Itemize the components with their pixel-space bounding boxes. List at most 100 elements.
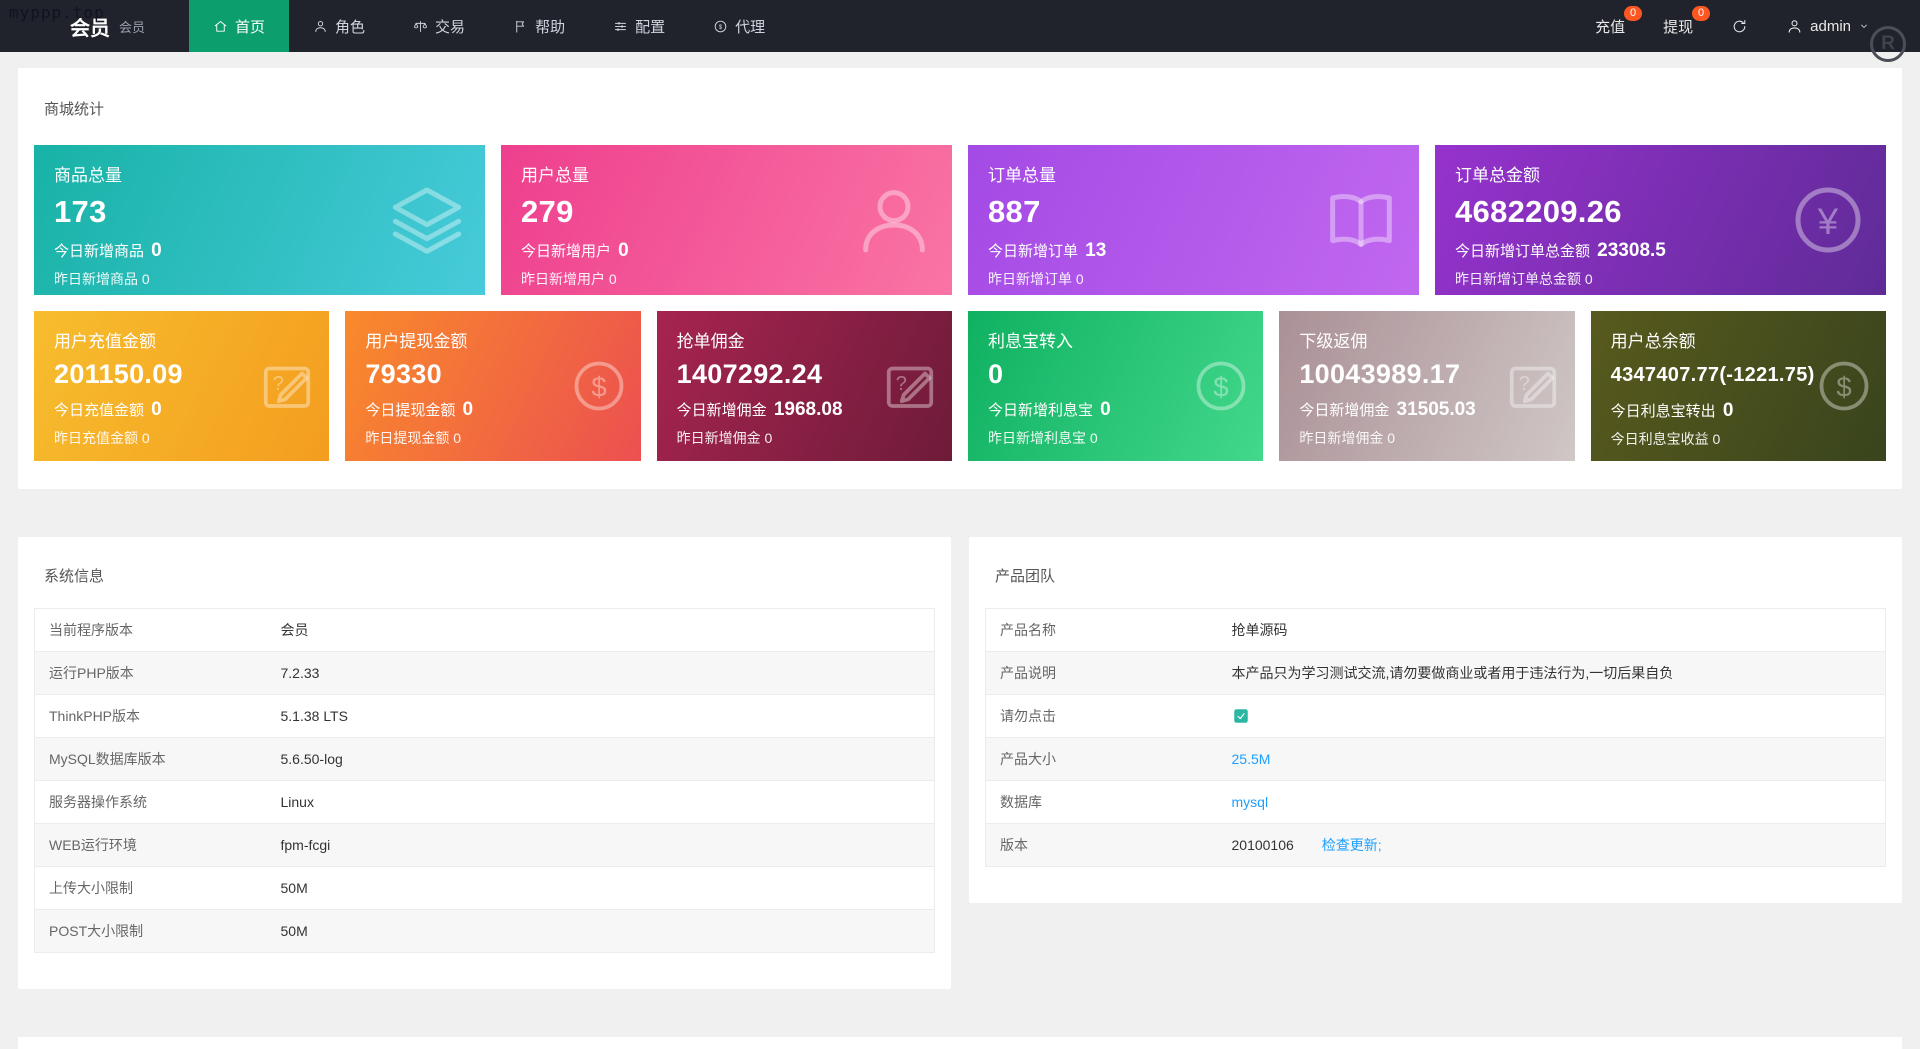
- nav-item-角色[interactable]: 角色: [289, 0, 389, 52]
- info-row: 产品大小 25.5M: [985, 737, 1886, 781]
- product-team-title: 产品团队: [995, 568, 1056, 585]
- home-icon: [213, 19, 228, 34]
- stats-panel-title: 商城统计: [44, 101, 105, 118]
- caret-down-icon: [1858, 20, 1870, 32]
- recharge-badge: 0: [1624, 5, 1643, 21]
- svg-text:?: ?: [1518, 373, 1529, 395]
- info-label: ThinkPHP版本: [34, 694, 267, 738]
- withdraw-button[interactable]: 提现 0: [1663, 5, 1711, 37]
- nav-item-交易[interactable]: 交易: [389, 0, 489, 52]
- svg-text:?: ?: [273, 373, 284, 395]
- user-icon: [1786, 18, 1803, 35]
- stat-card: 利息宝转入 0 今日新增利息宝 0 昨日新增利息宝 0 $: [968, 311, 1264, 461]
- info-row: 产品名称 抢单源码: [985, 608, 1886, 652]
- card-yesterday: 昨日充值金额 0: [54, 430, 150, 446]
- product-team-table: 产品名称 抢单源码 产品说明 本产品只为学习测试交流,请勿要做商业或者用于违法行为,一…: [985, 608, 1886, 867]
- info-value: 5.6.50-log: [266, 737, 935, 781]
- info-row: POST大小限制 50M: [34, 909, 935, 953]
- info-label: 版本: [985, 823, 1218, 867]
- edit-icon: ?: [257, 356, 317, 416]
- nav-item-配置[interactable]: 配置: [589, 0, 689, 52]
- info-value: Linux: [266, 780, 935, 824]
- nav-item-首页[interactable]: 首页: [189, 0, 290, 52]
- info-label: 服务器操作系统: [34, 780, 267, 824]
- card-title: 用户总余额: [1610, 332, 1696, 351]
- book-icon: [1321, 180, 1401, 260]
- info-value: 抢单源码: [1217, 608, 1886, 652]
- card-yesterday: 昨日新增佣金 0: [676, 430, 773, 446]
- nav-item-代理[interactable]: $ 代理: [689, 0, 789, 52]
- mall-stats-panel: 商城统计 商品总量 173 今日新增商品 0 昨日新增商品 0 用户总量 279 今日新增用…: [18, 68, 1902, 489]
- user-menu[interactable]: admin: [1786, 18, 1870, 35]
- card-yesterday: 昨日新增利息宝 0: [988, 430, 1098, 446]
- dollar-icon: $: [1191, 356, 1251, 416]
- recharge-button[interactable]: 充值 0: [1595, 5, 1643, 37]
- footer-strip: [18, 1037, 1902, 1049]
- watermark-site: myppp.top: [9, 3, 105, 22]
- edit-icon: ?: [1503, 356, 1563, 416]
- nav-item-帮助[interactable]: 帮助: [489, 0, 589, 52]
- card-title: 用户提现金额: [365, 332, 468, 351]
- svg-text:¥: ¥: [1817, 201, 1839, 242]
- stat-card: 订单总金额 4682209.26 今日新增订单总金额 23308.5 昨日新增订单总金…: [1435, 145, 1886, 295]
- card-yesterday: 昨日新增佣金 0: [1299, 430, 1396, 446]
- info-link[interactable]: 25.5M: [1232, 751, 1271, 767]
- info-value: fpm-fcgi: [266, 823, 935, 867]
- system-info-table: 当前程序版本 会员 运行PHP版本 7.2.33 ThinkPHP版本 5.1.38 LT…: [34, 608, 935, 953]
- small-stat-cards: 用户充值金额 201150.09 今日充值金额 0 昨日充值金额 0? 用户提现金额 79…: [34, 311, 1886, 461]
- info-value: 本产品只为学习测试交流,请勿要做商业或者用于违法行为,一切后果自负: [1217, 651, 1886, 695]
- info-label: 产品名称: [985, 608, 1218, 652]
- info-text: 5.1.38 LTS: [280, 708, 348, 724]
- stat-card: 用户提现金额 79330 今日提现金额 0 昨日提现金额 0 $: [345, 311, 641, 461]
- check-update-link[interactable]: 检查更新;: [1322, 837, 1382, 853]
- info-value: 50M: [266, 909, 935, 953]
- svg-text:$: $: [1214, 372, 1229, 403]
- withdraw-badge: 0: [1692, 5, 1711, 21]
- top-navbar: 会员 会员 首页 角色 交易 帮助 配置 $ 代理 充值 0 提现 0 admin: [0, 0, 1920, 52]
- info-text: 7.2.33: [280, 665, 320, 681]
- system-info-panel: 系统信息 当前程序版本 会员 运行PHP版本 7.2.33 ThinkPHP版本 5.1.…: [18, 537, 951, 989]
- svg-text:$: $: [591, 372, 606, 403]
- dollar-icon: $: [569, 356, 629, 416]
- info-label: WEB运行环境: [34, 823, 267, 867]
- info-row: 版本 20100106 检查更新;: [985, 823, 1886, 867]
- card-yesterday: 今日利息宝收益 0: [1610, 431, 1721, 447]
- info-text: 50M: [280, 880, 308, 896]
- dollar-icon: $: [1814, 356, 1874, 416]
- layers-icon: [387, 180, 467, 260]
- trade-icon: [413, 19, 428, 34]
- info-value: 7.2.33: [266, 651, 935, 695]
- info-text: Linux: [280, 794, 314, 810]
- stat-card: 用户总量 279 今日新增用户 0 昨日新增用户 0: [501, 145, 952, 295]
- info-row: 当前程序版本 会员: [34, 608, 935, 652]
- info-row: MySQL数据库版本 5.6.50-log: [34, 737, 935, 781]
- nav-item-label: 代理: [735, 18, 766, 36]
- info-label: 当前程序版本: [34, 608, 267, 652]
- info-row: 请勿点击: [985, 694, 1886, 738]
- info-row: 数据库 mysql: [985, 780, 1886, 824]
- info-row: 上传大小限制 50M: [34, 866, 935, 910]
- info-text: 会员: [280, 622, 309, 638]
- nav-item-label: 配置: [635, 18, 666, 36]
- config-icon: [613, 19, 628, 34]
- card-title: 抢单佣金: [676, 332, 745, 351]
- info-text: 50M: [280, 923, 308, 939]
- do-not-click-icon[interactable]: [1232, 707, 1250, 725]
- info-text: 5.6.50-log: [280, 751, 343, 767]
- card-title: 用户充值金额: [54, 332, 156, 351]
- info-value: 50M: [266, 866, 935, 910]
- nav-item-label: 帮助: [535, 18, 566, 36]
- svg-text:$: $: [719, 24, 723, 31]
- nav-item-label: 首页: [235, 18, 266, 36]
- info-label: POST大小限制: [34, 909, 267, 953]
- username: admin: [1810, 17, 1851, 35]
- info-value: mysql: [1217, 780, 1886, 824]
- stat-card: 订单总量 887 今日新增订单 13 昨日新增订单 0: [968, 145, 1419, 295]
- info-value: 20100106 检查更新;: [1217, 823, 1886, 867]
- bottom-panels: 系统信息 当前程序版本 会员 运行PHP版本 7.2.33 ThinkPHP版本 5.1.…: [18, 537, 1902, 989]
- system-info-title: 系统信息: [44, 568, 105, 585]
- info-link[interactable]: mysql: [1232, 794, 1269, 810]
- edit-icon: ?: [880, 356, 940, 416]
- refresh-button[interactable]: [1731, 18, 1748, 35]
- nav-item-label: 交易: [435, 18, 466, 36]
